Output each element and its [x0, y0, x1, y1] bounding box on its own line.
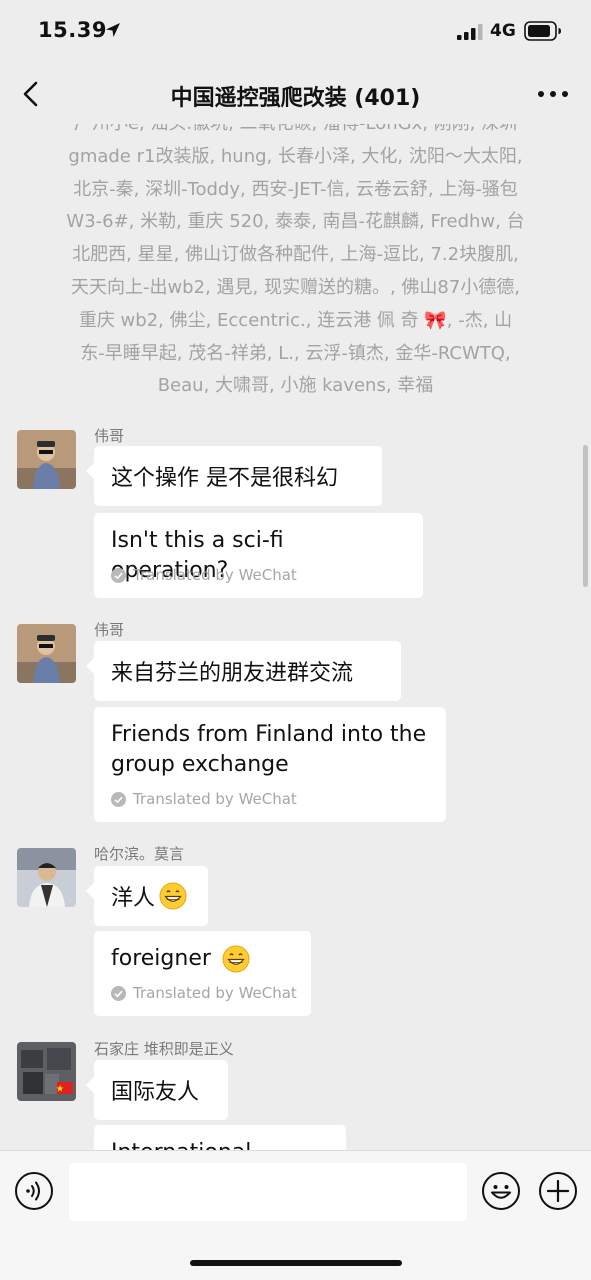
scrollbar[interactable] — [583, 445, 588, 587]
chevron-left-icon[interactable] — [18, 80, 44, 108]
chat-message-list[interactable]: 广州小e, 汕头.徽坑, 二氧化碳, 潘博-LonGx, 刚刚, 深圳 gmad… — [0, 124, 591, 1150]
sender-name: 伟哥 — [94, 427, 125, 445]
wechat-group-chat-screen: 15.39 4G 中国遥控强爬改装 (401) 广州 — [0, 0, 591, 1280]
translation-text-line: Friends from Finland into the — [111, 722, 427, 747]
notice-line: gmade r1改装版, hung, 长春小泽, 大化, 沈阳～大太阳, — [68, 145, 523, 167]
translation-bubble[interactable]: Friends from Finland into the group exch… — [94, 707, 446, 822]
avatar[interactable] — [17, 848, 76, 907]
message-text: 洋人 — [111, 886, 156, 911]
navigation-bar: 中国遥控强爬改装 (401) — [0, 64, 591, 124]
translation-bubble[interactable]: International friends — [94, 1125, 346, 1150]
system-notice: 广州小e, 汕头.徽坑, 二氧化碳, 潘博-LonGx, 刚刚, 深圳 gmad… — [30, 124, 561, 403]
avatar[interactable] — [17, 1042, 76, 1101]
voice-icon[interactable] — [14, 1171, 54, 1211]
notice-line: 广州小e, 汕头.徽坑, 二氧化碳, 潘博-LonGx, 刚刚, 深圳 — [30, 124, 561, 141]
network-label: 4G — [490, 21, 516, 41]
signal-bars-icon — [457, 24, 483, 40]
status-time: 15.39 — [38, 18, 107, 42]
translation-text: foreigner — [111, 944, 294, 974]
notice-line: 东-早睡早起, 茂名-祥弟, L., 云浮-镇杰, 金华-RCWTQ, — [80, 342, 511, 364]
more-dots-icon[interactable] — [536, 84, 570, 104]
translation-note: Translated by WeChat — [111, 984, 297, 1002]
message-bubble[interactable]: 国际友人 — [86, 1060, 228, 1120]
notice-line: 北肥西, 星星, 佛山订做各种配件, 上海-逗比, 7.2块腹肌, — [72, 244, 519, 266]
message-input[interactable] — [69, 1163, 467, 1221]
notice-line: Beau, 大啸哥, 小施 kavens, 幸福 — [157, 375, 434, 397]
battery-icon — [524, 21, 561, 41]
translation-text-line: group exchange — [111, 752, 289, 777]
status-bar: 15.39 4G — [0, 0, 591, 64]
translation-note: Translated by WeChat — [111, 566, 297, 584]
message-bubble[interactable]: 这个操作 是不是很科幻 — [86, 446, 382, 506]
translation-note: Translated by WeChat — [111, 790, 297, 808]
sender-name: 石家庄 堆积即是正义 — [94, 1040, 234, 1058]
check-circle-icon — [111, 567, 126, 583]
avatar[interactable] — [17, 430, 76, 489]
message-text: 国际友人 — [111, 1080, 200, 1105]
message-text: 来自芬兰的朋友进群交流 — [111, 661, 354, 686]
plus-circle-icon[interactable] — [538, 1171, 578, 1211]
message-bubble[interactable]: 来自芬兰的朋友进群交流 — [86, 641, 401, 701]
notice-line: W3-6#, 米勒, 重庆 520, 泰泰, 南昌-花麒麟, Fredhw, 台 — [66, 211, 525, 233]
message-bubble[interactable]: 洋人 — [86, 866, 208, 926]
check-circle-icon — [111, 985, 126, 1001]
smiley-icon[interactable] — [481, 1171, 521, 1211]
notice-line: 北京-秦, 深圳-Toddy, 西安-JET-信, 云卷云舒, 上海-骚包 — [73, 178, 518, 200]
chat-title: 中国遥控强爬改装 (401) — [170, 86, 421, 111]
location-arrow-icon — [106, 23, 120, 37]
grinning-face-icon — [222, 945, 250, 973]
notice-line: 天天向上-出wb2, 遇見, 现实赠送的糖。, 佛山87小德德, — [70, 276, 521, 298]
avatar[interactable] — [17, 624, 76, 683]
message-text: 这个操作 是不是很科幻 — [111, 466, 338, 491]
translation-bubble[interactable]: Isn't this a sci-fi operation? Translate… — [94, 513, 423, 598]
home-indicator[interactable] — [190, 1260, 402, 1266]
grinning-face-icon — [159, 882, 187, 910]
sender-name: 哈尔滨。莫言 — [94, 845, 185, 863]
notice-line: 重庆 wb2, 佛尘, Eccentric., 连云港 佩 奇 🎀, -杰, 山 — [78, 309, 513, 331]
sender-name: 伟哥 — [94, 621, 125, 639]
translation-bubble[interactable]: foreigner Translated by WeChat — [94, 931, 311, 1016]
check-circle-icon — [111, 791, 126, 807]
translation-text: International friends — [111, 1138, 329, 1150]
